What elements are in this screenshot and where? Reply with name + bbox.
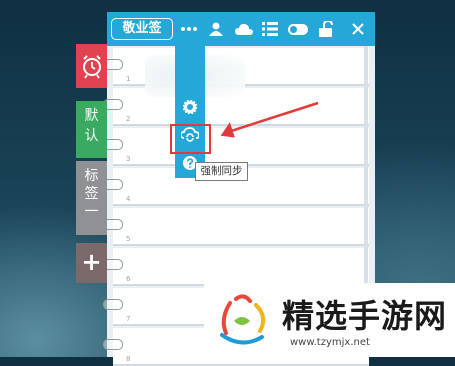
- watermark-url: www.tzymjx.net: [290, 337, 370, 348]
- watermark: 精选手游网 www.tzymjx.net: [204, 283, 455, 357]
- watermark-logo: [220, 294, 266, 345]
- watermark-title: 精选手游网: [282, 297, 448, 335]
